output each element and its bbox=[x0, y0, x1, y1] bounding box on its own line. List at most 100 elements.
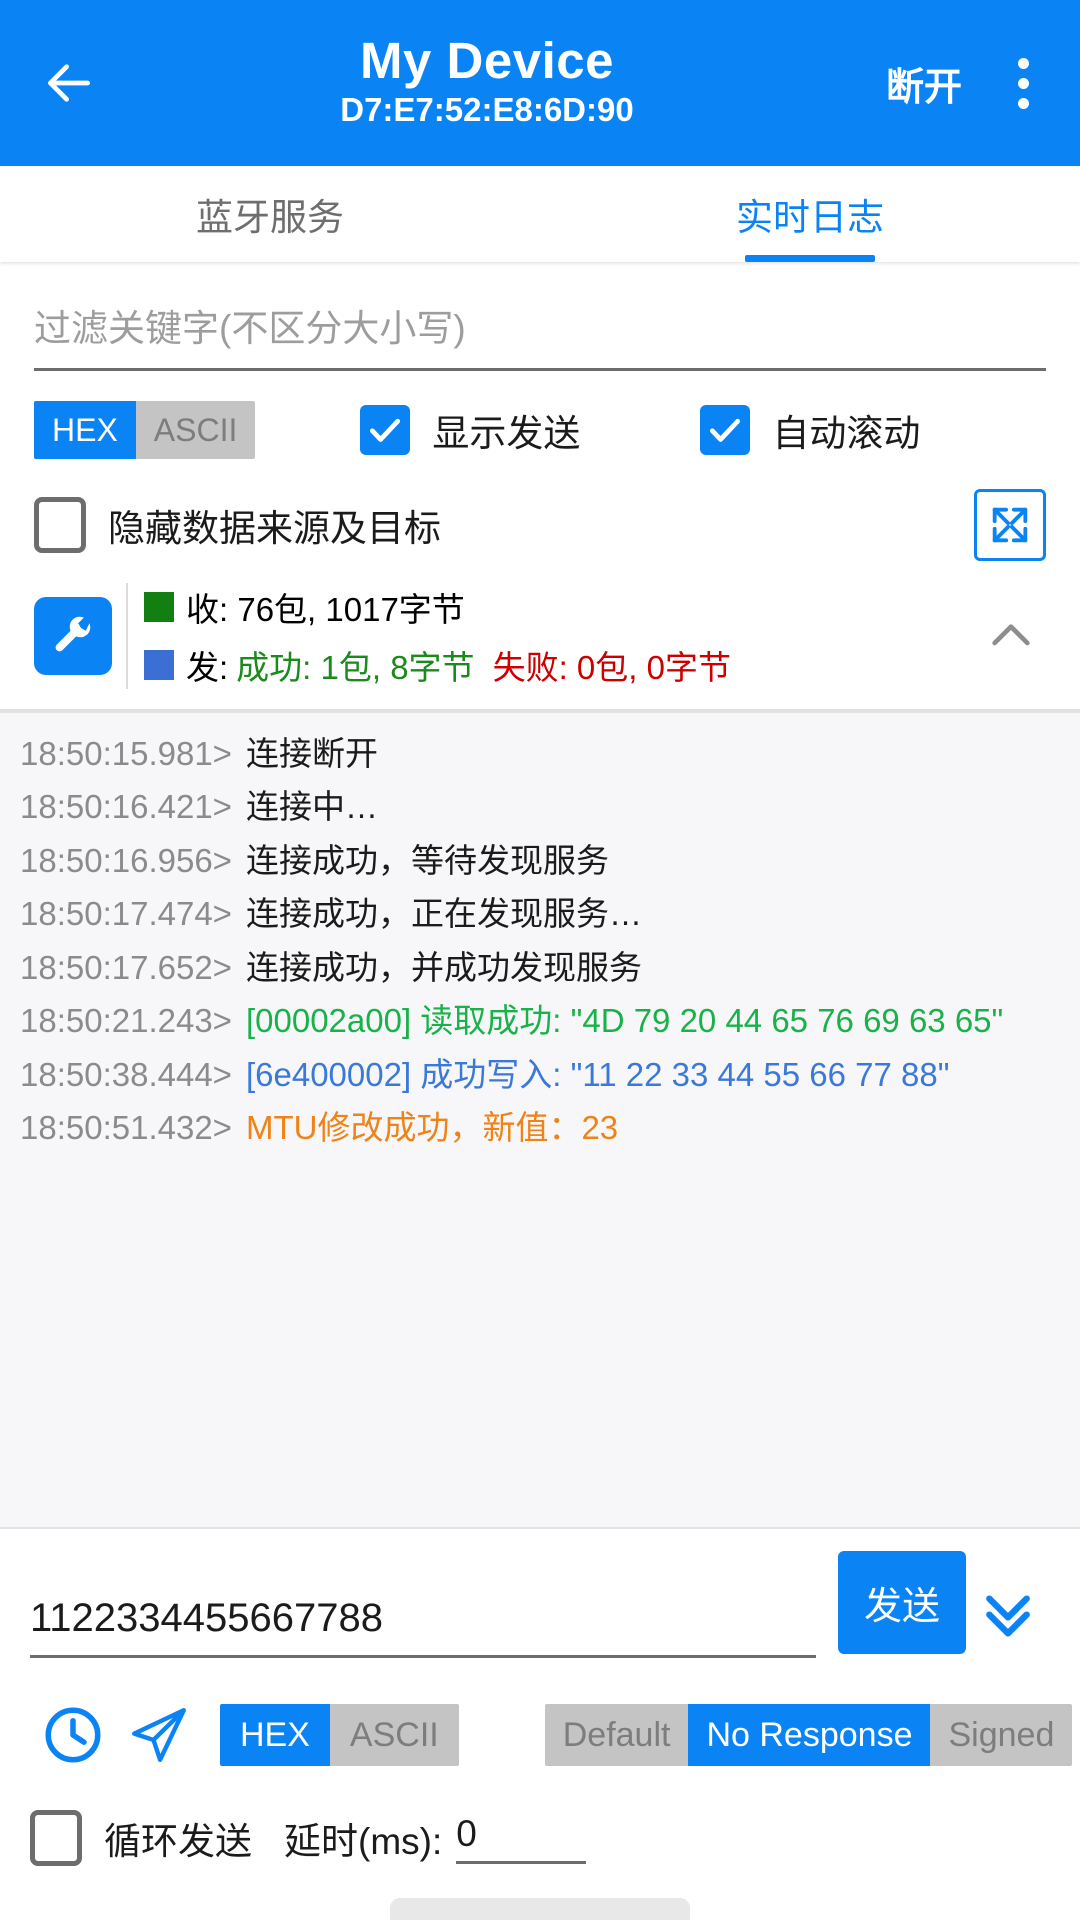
log-row: 18:50:17.474> 连接成功，正在发现服务… bbox=[20, 887, 1060, 940]
show-send-checkbox-group[interactable]: 显示发送 bbox=[360, 403, 580, 457]
hide-source-target-checkbox[interactable] bbox=[34, 497, 86, 553]
log-row: 18:50:16.956> 连接成功，等待发现服务 bbox=[20, 834, 1060, 887]
traffic-stats-panel: 收: 76包, 1017字节 发: 成功: 1包, 8字节 失败: 0包, 0字… bbox=[0, 561, 1080, 711]
delay-label: 延时(ms): bbox=[284, 1821, 443, 1862]
delay-input[interactable]: 0 bbox=[456, 1813, 587, 1864]
log-row: 18:50:38.444> [6e400002] 成功写入: "11 22 33… bbox=[20, 1048, 1060, 1101]
auto-scroll-checkbox[interactable] bbox=[700, 405, 751, 455]
log-row: 18:50:51.432> MTU修改成功，新值：23 bbox=[20, 1101, 1060, 1154]
log-message: MTU修改成功，新值：23 bbox=[245, 1109, 619, 1147]
tx-prefix: 发: bbox=[186, 649, 229, 686]
check-icon bbox=[710, 418, 741, 442]
log-timestamp: 18:50:16.956> bbox=[20, 841, 232, 879]
tab-bluetooth-services[interactable]: 蓝牙服务 bbox=[0, 166, 540, 262]
send-button[interactable]: 发送 bbox=[837, 1551, 966, 1654]
fullscreen-log-button[interactable] bbox=[974, 489, 1046, 561]
rx-stat-line: 收: 76包, 1017字节 bbox=[144, 583, 976, 631]
show-send-checkbox[interactable] bbox=[360, 405, 411, 455]
expand-send-options-button[interactable] bbox=[966, 1580, 1050, 1644]
paper-plane-icon bbox=[132, 1708, 186, 1762]
write-mode-no-response-option[interactable]: No Response bbox=[688, 1704, 931, 1766]
collapse-stats-button[interactable] bbox=[976, 608, 1046, 664]
log-message: [6e400002] 成功写入: "11 22 33 44 55 66 77 8… bbox=[245, 1055, 950, 1093]
send-options-row: HEX ASCII Default No Response Signed bbox=[30, 1692, 1073, 1778]
wrench-icon bbox=[55, 616, 91, 652]
log-format-ascii-option[interactable]: ASCII bbox=[135, 401, 256, 459]
log-timestamp: 18:50:21.243> bbox=[20, 1002, 232, 1040]
send-input-row: 1122334455667788 发送 bbox=[30, 1551, 1050, 1658]
page-title: My Device bbox=[360, 31, 614, 89]
send-format-toggle[interactable]: HEX ASCII bbox=[220, 1704, 459, 1766]
log-message: 连接成功，等待发现服务 bbox=[245, 841, 609, 879]
send-panel: 1122334455667788 发送 HEX ASCII Default No… bbox=[0, 1527, 1080, 1920]
log-controls: 过滤关键字(不区分大小写) HEX ASCII 显示发送 自动滚动 隐藏数据来源… bbox=[0, 262, 1080, 561]
bottom-handle-bar bbox=[390, 1898, 690, 1920]
loop-send-row: 循环发送 延时(ms): 0 bbox=[30, 1810, 1050, 1876]
rx-color-swatch bbox=[144, 592, 174, 622]
double-chevron-down-icon bbox=[986, 1595, 1030, 1637]
app-screen: My Device D7:E7:52:E8:6D:90 断开 蓝牙服务 实时日志… bbox=[0, 0, 1080, 1920]
tab-realtime-log[interactable]: 实时日志 bbox=[540, 166, 1080, 262]
stats-divider bbox=[126, 583, 128, 689]
tx-stat-line: 发: 成功: 1包, 8字节 失败: 0包, 0字节 bbox=[144, 641, 976, 689]
format-and-options-row: HEX ASCII 显示发送 自动滚动 bbox=[34, 401, 1046, 459]
rx-stat-text: 收: 76包, 1017字节 bbox=[186, 591, 465, 628]
overflow-menu-button[interactable] bbox=[996, 44, 1050, 122]
tab-label: 实时日志 bbox=[736, 197, 884, 238]
auto-scroll-label: 自动滚动 bbox=[772, 413, 921, 454]
clock-icon bbox=[45, 1707, 101, 1763]
write-mode-toggle[interactable]: Default No Response Signed bbox=[544, 1704, 1073, 1766]
chevron-up-icon bbox=[992, 624, 1030, 646]
log-message: 连接成功，并成功发现服务 bbox=[245, 948, 642, 986]
tx-fail-text: 失败: 0包, 0字节 bbox=[492, 649, 731, 686]
tx-color-swatch bbox=[144, 650, 174, 680]
stats-tool-button[interactable] bbox=[34, 597, 112, 675]
quick-send-button[interactable] bbox=[116, 1692, 202, 1778]
auto-scroll-checkbox-group[interactable]: 自动滚动 bbox=[700, 403, 920, 457]
log-message: 连接中… bbox=[245, 788, 378, 826]
tab-bar: 蓝牙服务 实时日志 bbox=[0, 166, 1080, 262]
send-history-button[interactable] bbox=[30, 1692, 116, 1778]
show-send-label: 显示发送 bbox=[432, 413, 581, 454]
hide-source-row: 隐藏数据来源及目标 bbox=[34, 489, 1046, 561]
log-list[interactable]: 18:50:15.981> 连接断开 18:50:16.421> 连接中… 18… bbox=[0, 711, 1080, 1527]
log-row: 18:50:15.981> 连接断开 bbox=[20, 727, 1060, 780]
bottom-handle bbox=[30, 1876, 1050, 1920]
kebab-menu-icon bbox=[1017, 57, 1029, 69]
hide-source-checkbox-group[interactable]: 隐藏数据来源及目标 bbox=[34, 497, 441, 553]
app-bar: My Device D7:E7:52:E8:6D:90 断开 bbox=[0, 0, 1080, 166]
log-row: 18:50:21.243> [00002a00] 读取成功: "4D 79 20… bbox=[20, 994, 1060, 1047]
write-mode-signed-option[interactable]: Signed bbox=[930, 1704, 1073, 1766]
log-timestamp: 18:50:17.474> bbox=[20, 895, 232, 933]
tab-label: 蓝牙服务 bbox=[196, 197, 344, 238]
log-row: 18:50:16.421> 连接中… bbox=[20, 780, 1060, 833]
log-timestamp: 18:50:15.981> bbox=[20, 735, 232, 772]
fullscreen-expand-icon bbox=[992, 507, 1028, 543]
write-mode-default-option[interactable]: Default bbox=[544, 1704, 689, 1766]
log-timestamp: 18:50:16.421> bbox=[20, 788, 232, 826]
stats-lines: 收: 76包, 1017字节 发: 成功: 1包, 8字节 失败: 0包, 0字… bbox=[144, 583, 976, 689]
log-row: 18:50:17.652> 连接成功，并成功发现服务 bbox=[20, 941, 1060, 994]
log-message: 连接成功，正在发现服务… bbox=[245, 895, 642, 933]
log-format-toggle[interactable]: HEX ASCII bbox=[34, 401, 256, 459]
filter-row: 过滤关键字(不区分大小写) bbox=[34, 262, 1046, 371]
loop-send-checkbox[interactable] bbox=[30, 1810, 82, 1866]
log-message: [00002a00] 读取成功: "4D 79 20 44 65 76 69 6… bbox=[245, 1002, 1004, 1040]
log-message: 连接断开 bbox=[245, 735, 378, 772]
tab-active-indicator bbox=[745, 255, 875, 262]
send-input-wrapper: 1122334455667788 bbox=[30, 1596, 816, 1658]
log-timestamp: 18:50:51.432> bbox=[20, 1109, 232, 1147]
log-format-hex-option[interactable]: HEX bbox=[34, 401, 136, 459]
send-format-ascii-option[interactable]: ASCII bbox=[329, 1704, 459, 1766]
log-timestamp: 18:50:38.444> bbox=[20, 1055, 232, 1093]
hide-source-target-label: 隐藏数据来源及目标 bbox=[108, 508, 441, 549]
tx-success-text: 成功: 1包, 8字节 bbox=[236, 649, 475, 686]
log-timestamp: 18:50:17.652> bbox=[20, 948, 232, 986]
device-title-block: My Device D7:E7:52:E8:6D:90 bbox=[88, 34, 886, 132]
filter-input[interactable]: 过滤关键字(不区分大小写) bbox=[34, 298, 1046, 371]
send-input[interactable]: 1122334455667788 bbox=[30, 1596, 816, 1658]
loop-send-label: 循环发送 bbox=[104, 1821, 252, 1862]
disconnect-button[interactable]: 断开 bbox=[886, 56, 962, 111]
send-format-hex-option[interactable]: HEX bbox=[220, 1704, 330, 1766]
check-icon bbox=[370, 418, 401, 442]
